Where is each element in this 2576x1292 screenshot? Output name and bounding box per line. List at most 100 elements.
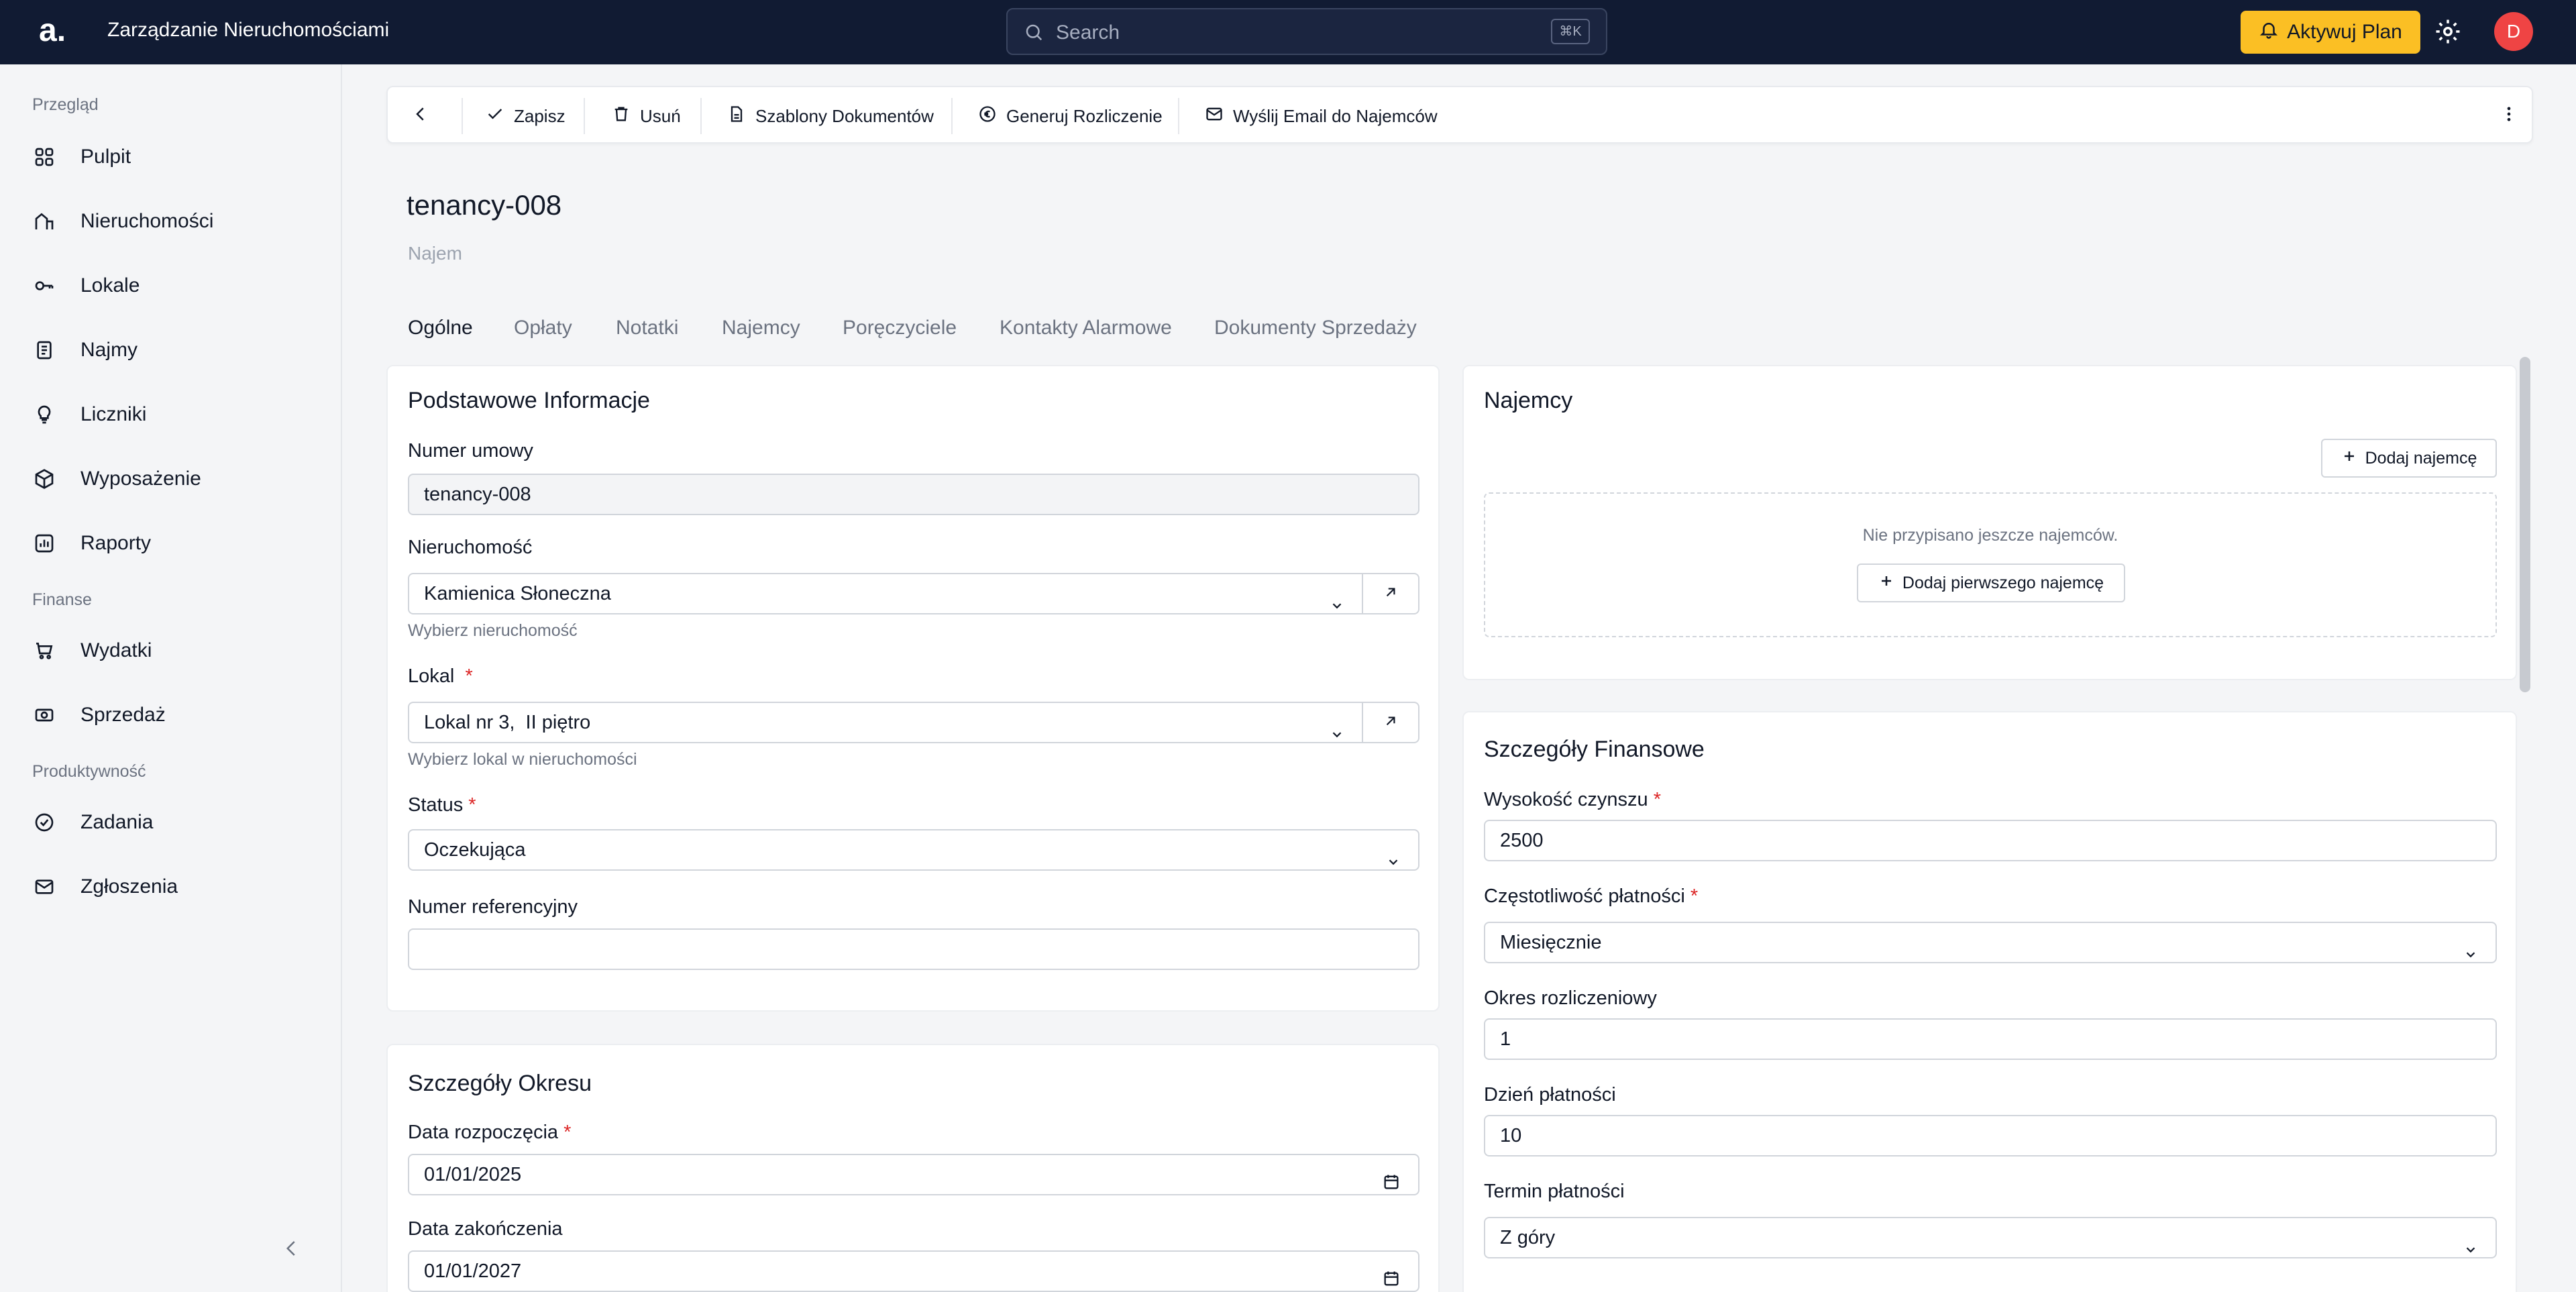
tab-dokumenty-sprzedazy[interactable]: Dokumenty Sprzedaży [1214, 317, 1417, 339]
search-bar[interactable]: Search ⌘K [1006, 8, 1607, 55]
payment-term-select[interactable]: Z góry [1484, 1217, 2497, 1258]
euro-icon [978, 105, 997, 128]
open-unit-button[interactable] [1362, 702, 1419, 743]
sidebar-item-zadania[interactable]: Zadania [32, 802, 314, 843]
tab-notatki[interactable]: Notatki [616, 317, 678, 339]
search-placeholder: Search [1056, 21, 1120, 44]
chevron-left-icon [411, 104, 431, 129]
payment-day-input[interactable]: 10 [1484, 1115, 2497, 1156]
sidebar-item-label: Wydatki [80, 639, 152, 661]
chevron-left-icon[interactable] [282, 1236, 302, 1264]
status-select[interactable]: Oczekująca [408, 829, 1419, 871]
sidebar-item-label: Raporty [80, 532, 152, 554]
add-first-tenant-button[interactable]: Dodaj pierwszego najemcę [1857, 563, 2125, 602]
back-button[interactable] [411, 87, 431, 145]
delete-button[interactable]: Usuń [612, 87, 681, 145]
sidebar-item-sprzedaz[interactable]: Sprzedaż [32, 695, 314, 735]
action-toolbar: Zapisz Usuń Szablony Dokumentów Generuj … [386, 86, 2533, 144]
contract-number-label: Numer umowy [408, 440, 533, 462]
empty-message: Nie przypisano jeszcze najemców. [1862, 526, 2118, 545]
more-vertical-icon [2500, 105, 2518, 128]
plus-icon [2341, 448, 2357, 469]
tab-najemcy[interactable]: Najemcy [722, 317, 800, 339]
chevron-down-icon [2463, 936, 2478, 975]
external-link-icon [1382, 712, 1399, 733]
file-icon [727, 105, 746, 128]
sidebar: Przegląd Pulpit Nieruchomości Lokale Naj… [0, 64, 342, 1292]
rent-label: Wysokość czynszu * [1484, 789, 1662, 810]
unit-label: Lokal * [408, 665, 473, 687]
payment-frequency-select[interactable]: Miesięcznie [1484, 922, 2497, 963]
start-date-label: Data rozpoczęcia * [408, 1122, 572, 1143]
end-date-label: Data zakończenia [408, 1218, 563, 1240]
calendar-icon[interactable] [1382, 1262, 1401, 1292]
unit-select[interactable]: Lokal nr 3, II piętro [408, 702, 1363, 743]
sidebar-item-label: Sprzedaż [80, 704, 166, 726]
email-tenants-button[interactable]: Wyślij Email do Najemców [1205, 87, 1438, 145]
add-tenant-button[interactable]: Dodaj najemcę [2321, 439, 2497, 478]
unit-hint: Wybierz lokal w nieruchomości [408, 750, 637, 769]
check-icon [486, 105, 504, 128]
search-shortcut: ⌘K [1551, 19, 1590, 44]
period-card: Szczegóły Okresu Data rozpoczęcia * 01/0… [386, 1044, 1440, 1292]
money-icon [32, 703, 56, 727]
upgrade-plan-button[interactable]: Aktywuj Plan [2241, 11, 2420, 54]
tab-poreczyciele[interactable]: Poręczyciele [843, 317, 957, 339]
card-title: Szczegóły Okresu [408, 1071, 592, 1096]
sidebar-item-nieruchomosci[interactable]: Nieruchomości [32, 201, 314, 241]
sidebar-item-zgloszenia[interactable]: Zgłoszenia [32, 867, 314, 907]
more-options-button[interactable] [2500, 87, 2518, 145]
check-circle-icon [32, 810, 56, 835]
sidebar-item-liczniki[interactable]: Liczniki [32, 394, 314, 435]
sidebar-item-label: Zgłoszenia [80, 875, 178, 898]
sidebar-item-label: Zadania [80, 811, 154, 833]
app-title: Zarządzanie Nieruchomościami [107, 19, 390, 41]
rent-input[interactable]: 2500 [1484, 820, 2497, 861]
generate-settlement-button[interactable]: Generuj Rozliczenie [978, 87, 1163, 145]
sidebar-item-najmy[interactable]: Najmy [32, 330, 314, 370]
sidebar-item-raporty[interactable]: Raporty [32, 523, 314, 563]
sidebar-item-label: Liczniki [80, 403, 147, 425]
gear-icon[interactable] [2434, 17, 2462, 49]
sidebar-item-label: Pulpit [80, 146, 131, 168]
app-logo[interactable]: a. [39, 12, 66, 49]
start-date-input[interactable]: 01/01/2025 [408, 1154, 1419, 1195]
sidebar-item-wydatki[interactable]: Wydatki [32, 631, 314, 671]
card-title: Szczegóły Finansowe [1484, 737, 1705, 762]
card-title: Najemcy [1484, 388, 1573, 413]
sidebar-item-pulpit[interactable]: Pulpit [32, 137, 314, 177]
contract-number-input[interactable]: tenancy-008 [408, 474, 1419, 515]
billing-period-label: Okres rozliczeniowy [1484, 987, 1657, 1009]
search-icon [1024, 22, 1044, 46]
document-templates-button[interactable]: Szablony Dokumentów [727, 87, 934, 145]
tab-oplaty[interactable]: Opłaty [514, 317, 572, 339]
payment-day-label: Dzień płatności [1484, 1084, 1616, 1106]
open-property-button[interactable] [1362, 573, 1419, 614]
sidebar-item-wyposazenie[interactable]: Wyposażenie [32, 459, 314, 499]
status-label: Status * [408, 794, 476, 816]
save-button[interactable]: Zapisz [486, 87, 566, 145]
calendar-icon[interactable] [1382, 1166, 1401, 1205]
sidebar-section-title: Produktywność [32, 762, 146, 781]
reference-number-input[interactable] [408, 928, 1419, 970]
mail-icon [1205, 105, 1224, 128]
tab-kontakty-alarmowe[interactable]: Kontakty Alarmowe [1000, 317, 1172, 339]
chevron-down-icon [1386, 844, 1401, 883]
sidebar-item-label: Lokale [80, 274, 140, 297]
end-date-input[interactable]: 01/01/2027 [408, 1250, 1419, 1292]
key-icon [32, 274, 56, 298]
scrollbar-thumb[interactable] [2520, 357, 2530, 692]
card-title: Podstawowe Informacje [408, 388, 650, 413]
sidebar-item-lokale[interactable]: Lokale [32, 266, 314, 306]
property-select[interactable]: Kamienica Słoneczna [408, 573, 1363, 614]
chevron-down-icon [1330, 588, 1344, 627]
user-avatar[interactable]: D [2494, 12, 2533, 51]
sidebar-item-label: Nieruchomości [80, 210, 214, 232]
billing-period-input[interactable]: 1 [1484, 1018, 2497, 1060]
top-bar: a. Zarządzanie Nieruchomościami Search ⌘… [0, 0, 2576, 64]
upgrade-plan-label: Aktywuj Plan [2287, 21, 2402, 43]
sidebar-item-label: Wyposażenie [80, 468, 201, 490]
reference-number-label: Numer referencyjny [408, 896, 578, 918]
tab-ogolne[interactable]: Ogólne [408, 317, 473, 339]
cart-icon [32, 639, 56, 663]
